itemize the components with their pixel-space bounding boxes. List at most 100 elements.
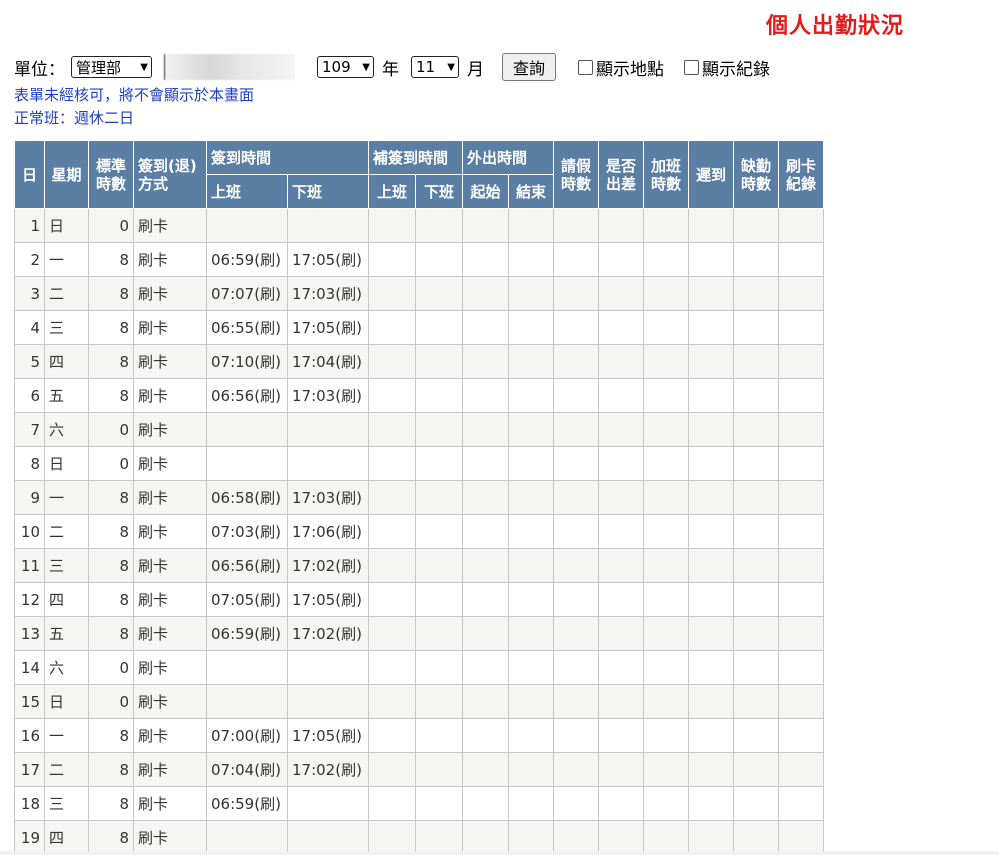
- cell-sign-method: 刷卡: [133, 820, 207, 855]
- cell-day: 1: [14, 208, 45, 243]
- cell-outing-start: [462, 786, 509, 821]
- cell-card-record: [778, 752, 824, 787]
- cell-outing-end: [508, 718, 554, 753]
- cell-weekday: 日: [44, 684, 89, 719]
- show-record-option[interactable]: 顯示紀錄: [684, 55, 770, 80]
- header-leave-hours-line1: 請假: [560, 156, 591, 175]
- cell-supp-off: [415, 310, 463, 345]
- cell-outing-end: [508, 412, 554, 447]
- cell-business-trip: [598, 412, 644, 447]
- cell-sign-off: 17:03(刷): [287, 480, 369, 515]
- cell-late: [688, 344, 734, 379]
- header-outing-end: 結束: [508, 174, 554, 209]
- header-outing-start: 起始: [462, 174, 509, 209]
- cell-outing-end: [508, 548, 554, 583]
- cell-outing-start: [462, 480, 509, 515]
- query-button[interactable]: 查詢: [502, 53, 557, 81]
- cell-day: 16: [14, 718, 45, 753]
- cell-sign-off: 17:06(刷): [287, 514, 369, 549]
- cell-sign-method: 刷卡: [133, 752, 207, 787]
- cell-sign-off: [287, 786, 369, 821]
- month-select[interactable]: 11 ▼: [411, 56, 459, 78]
- cell-leave-hours: [553, 242, 599, 277]
- cell-day: 5: [14, 344, 45, 379]
- cell-day: 17: [14, 752, 45, 787]
- cell-supp-on: [368, 480, 416, 515]
- header-standard-hours-line2: 時數: [95, 174, 126, 193]
- cell-day: 12: [14, 582, 45, 617]
- table-row: 6 五 8 刷卡 06:56(刷) 17:03(刷): [14, 378, 824, 413]
- cell-card-record: [778, 514, 824, 549]
- cell-business-trip: [598, 514, 644, 549]
- cell-standard-hours: 8: [88, 616, 134, 651]
- cell-overtime-hours: [643, 548, 689, 583]
- table-row: 1 日 0 刷卡: [14, 208, 824, 243]
- cell-leave-hours: [553, 276, 599, 311]
- cell-weekday: 四: [44, 582, 89, 617]
- cell-supp-off: [415, 514, 463, 549]
- cell-late: [688, 650, 734, 685]
- show-location-option[interactable]: 顯示地點: [578, 55, 664, 80]
- cell-overtime-hours: [643, 378, 689, 413]
- cell-sign-off: 17:05(刷): [287, 582, 369, 617]
- cell-business-trip: [598, 480, 644, 515]
- show-location-checkbox[interactable]: [578, 59, 594, 75]
- unit-select[interactable]: 管理部 ▼: [71, 56, 152, 78]
- cell-outing-start: [462, 242, 509, 277]
- cell-outing-end: [508, 616, 554, 651]
- cell-overtime-hours: [643, 684, 689, 719]
- cell-sign-on: 07:04(刷): [206, 752, 288, 787]
- cell-sign-on: 07:00(刷): [206, 718, 288, 753]
- attendance-table-body: 1 日 0 刷卡 2 一 8 刷卡 06:59(刷) 17:05(刷) 3 二 8 刷卡 07:07(刷) 1…: [14, 208, 824, 855]
- cell-leave-hours: [553, 480, 599, 515]
- cell-card-record: [778, 412, 824, 447]
- show-record-checkbox[interactable]: [684, 59, 700, 75]
- header-outing-time: 外出時間: [462, 140, 554, 175]
- cell-standard-hours: 0: [88, 650, 134, 685]
- header-sign-off: 下班: [287, 174, 369, 209]
- cell-sign-on: 06:55(刷): [206, 310, 288, 345]
- cell-supp-off: [415, 548, 463, 583]
- header-business-trip: 是否 出差: [598, 140, 644, 209]
- cell-business-trip: [598, 208, 644, 243]
- cell-business-trip: [598, 310, 644, 345]
- cell-sign-off: [287, 412, 369, 447]
- horizontal-scrollbar[interactable]: [0, 851, 999, 855]
- cell-late: [688, 752, 734, 787]
- cell-weekday: 五: [44, 616, 89, 651]
- chevron-down-icon: ▼: [362, 61, 370, 73]
- cell-supp-on: [368, 718, 416, 753]
- cell-card-record: [778, 650, 824, 685]
- cell-absent-hours: [733, 276, 779, 311]
- header-supp-off: 下班: [415, 174, 463, 209]
- cell-supp-off: [415, 582, 463, 617]
- cell-card-record: [778, 684, 824, 719]
- cell-outing-start: [462, 514, 509, 549]
- cell-absent-hours: [733, 582, 779, 617]
- cell-business-trip: [598, 616, 644, 651]
- cell-card-record: [778, 378, 824, 413]
- cell-business-trip: [598, 378, 644, 413]
- table-row: 16 一 8 刷卡 07:00(刷) 17:05(刷): [14, 718, 824, 753]
- cell-card-record: [778, 616, 824, 651]
- cell-sign-off: 17:05(刷): [287, 242, 369, 277]
- cell-supp-off: [415, 344, 463, 379]
- cell-business-trip: [598, 582, 644, 617]
- cell-supp-on: [368, 378, 416, 413]
- cell-standard-hours: 8: [88, 582, 134, 617]
- header-sign-method: 簽到(退) 方式: [133, 140, 207, 209]
- header-absent-hours: 缺勤 時數: [733, 140, 779, 209]
- cell-overtime-hours: [643, 752, 689, 787]
- header-card-record-line1: 刷卡: [785, 156, 816, 175]
- cell-sign-on: [206, 650, 288, 685]
- header-absent-hours-line2: 時數: [740, 174, 771, 193]
- cell-business-trip: [598, 446, 644, 481]
- cell-leave-hours: [553, 514, 599, 549]
- cell-sign-off: 17:05(刷): [287, 718, 369, 753]
- cell-weekday: 三: [44, 786, 89, 821]
- cell-sign-on: 06:59(刷): [206, 242, 288, 277]
- cell-day: 10: [14, 514, 45, 549]
- table-row: 4 三 8 刷卡 06:55(刷) 17:05(刷): [14, 310, 824, 345]
- year-select[interactable]: 109 ▼: [317, 56, 374, 78]
- cell-day: 6: [14, 378, 45, 413]
